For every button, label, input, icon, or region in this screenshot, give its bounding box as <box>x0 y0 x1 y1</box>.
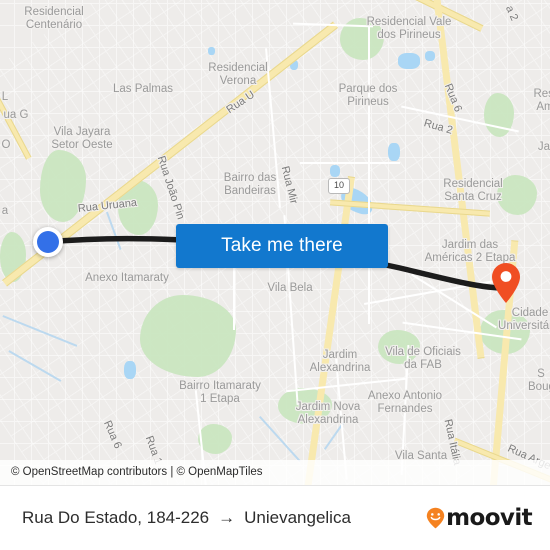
map-canvas[interactable]: Residencial Centenário Las Palmas Vila Jay… <box>0 0 550 485</box>
origin-dot-fill <box>37 231 59 253</box>
trip-destination-label: Unievangelica <box>244 508 351 527</box>
moovit-wordmark: moovit <box>446 505 532 531</box>
trip-origin-label: Rua Do Estado, 184-226 <box>22 508 210 527</box>
moovit-pin-icon <box>426 507 445 529</box>
map-attribution[interactable]: © OpenStreetMap contributors | © OpenMap… <box>0 460 550 485</box>
moovit-map-page: Residencial Centenário Las Palmas Vila Jay… <box>0 0 550 550</box>
destination-pin[interactable] <box>491 262 521 304</box>
arrow-right-icon: → <box>218 508 236 527</box>
take-me-there-button[interactable]: Take me there <box>176 224 388 268</box>
moovit-logo[interactable]: moovit <box>426 505 533 531</box>
route-shield: 10 <box>328 178 350 194</box>
trip-footer: Rua Do Estado, 184-226 → Unievangelica m… <box>0 485 550 550</box>
origin-dot[interactable] <box>33 227 63 257</box>
trip-summary: Rua Do Estado, 184-226 → Unievangelica <box>22 508 351 528</box>
